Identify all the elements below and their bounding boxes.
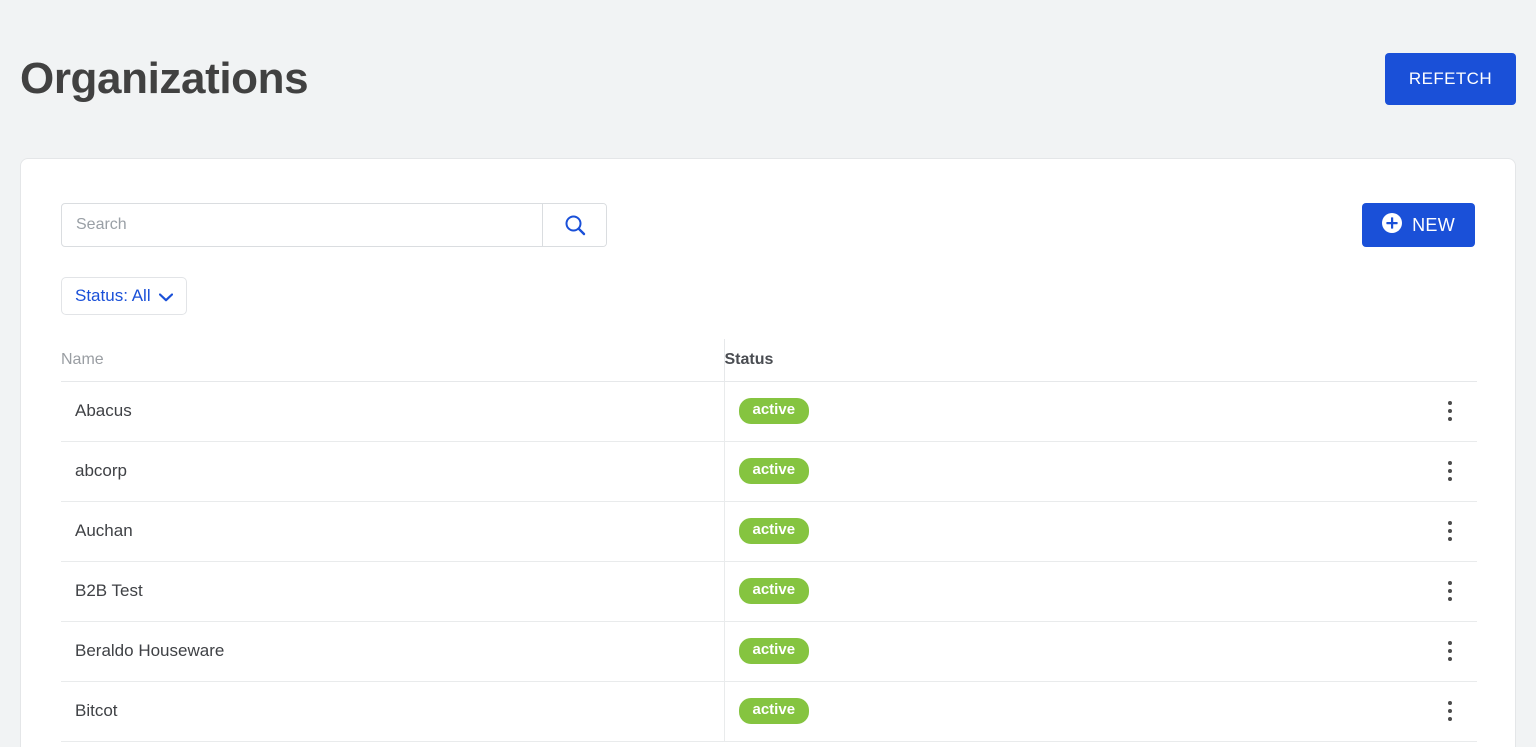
table-row[interactable]: Bitcot active: [61, 681, 1477, 741]
cell-status: active: [724, 441, 1422, 501]
cell-actions: [1422, 561, 1477, 621]
page-title: Organizations: [20, 57, 308, 101]
cell-status: active: [724, 381, 1422, 441]
cell-name: Bitcot: [61, 681, 724, 741]
cell-name: Beraldo Houseware: [61, 621, 724, 681]
more-vertical-icon: [1448, 461, 1452, 481]
more-vertical-icon: [1448, 521, 1452, 541]
search-box: [61, 203, 607, 247]
cell-name: Abacus: [61, 381, 724, 441]
cell-status: active: [724, 621, 1422, 681]
more-vertical-icon: [1448, 701, 1452, 721]
column-header-status[interactable]: Status: [724, 339, 1422, 381]
cell-name: abcorp: [61, 441, 724, 501]
status-badge: active: [739, 578, 810, 604]
cell-actions: [1422, 501, 1477, 561]
search-submit-button[interactable]: [542, 204, 606, 246]
cell-actions: [1422, 681, 1477, 741]
table-head: Name Status: [61, 339, 1477, 381]
status-badge: active: [739, 458, 810, 484]
organizations-page: Organizations REFETCH: [0, 0, 1536, 747]
more-vertical-icon: [1448, 581, 1452, 601]
row-menu-button[interactable]: [1442, 397, 1458, 425]
table-row[interactable]: abcorp active: [61, 441, 1477, 501]
search-input[interactable]: [62, 204, 542, 246]
more-vertical-icon: [1448, 401, 1452, 421]
column-header-name[interactable]: Name: [61, 339, 724, 381]
cell-status: active: [724, 501, 1422, 561]
new-button-label: NEW: [1412, 215, 1455, 236]
cell-name: B2B Test: [61, 561, 724, 621]
row-menu-button[interactable]: [1442, 637, 1458, 665]
row-menu-button[interactable]: [1442, 517, 1458, 545]
table-body: Abacus active abcorp: [61, 381, 1477, 741]
organizations-card: NEW Status: All: [20, 158, 1516, 747]
status-badge: active: [739, 698, 810, 724]
table-header-row: Name Status: [61, 339, 1477, 381]
chevron-down-icon: [159, 287, 173, 307]
status-filter-dropdown[interactable]: Status: All: [61, 277, 187, 315]
cell-actions: [1422, 441, 1477, 501]
table-toolbar: NEW Status: All: [21, 159, 1515, 279]
refetch-button[interactable]: REFETCH: [1385, 53, 1516, 105]
search-icon: [564, 214, 586, 236]
column-header-actions: [1422, 339, 1477, 381]
plus-circle-icon: [1382, 213, 1402, 238]
table-row[interactable]: Auchan active: [61, 501, 1477, 561]
cell-status: active: [724, 681, 1422, 741]
table-row[interactable]: B2B Test active: [61, 561, 1477, 621]
organizations-table: Name Status Abacus active: [61, 339, 1477, 742]
filter-row: Status: All: [61, 277, 187, 315]
page-header: Organizations REFETCH: [0, 0, 1536, 158]
row-menu-button[interactable]: [1442, 697, 1458, 725]
row-menu-button[interactable]: [1442, 577, 1458, 605]
status-filter-label: Status: All: [75, 286, 151, 306]
status-badge: active: [739, 518, 810, 544]
cell-actions: [1422, 621, 1477, 681]
status-badge: active: [739, 398, 810, 424]
status-badge: active: [739, 638, 810, 664]
row-menu-button[interactable]: [1442, 457, 1458, 485]
more-vertical-icon: [1448, 641, 1452, 661]
cell-name: Auchan: [61, 501, 724, 561]
cell-status: active: [724, 561, 1422, 621]
new-button[interactable]: NEW: [1362, 203, 1475, 247]
cell-actions: [1422, 381, 1477, 441]
table-row[interactable]: Abacus active: [61, 381, 1477, 441]
table-row[interactable]: Beraldo Houseware active: [61, 621, 1477, 681]
